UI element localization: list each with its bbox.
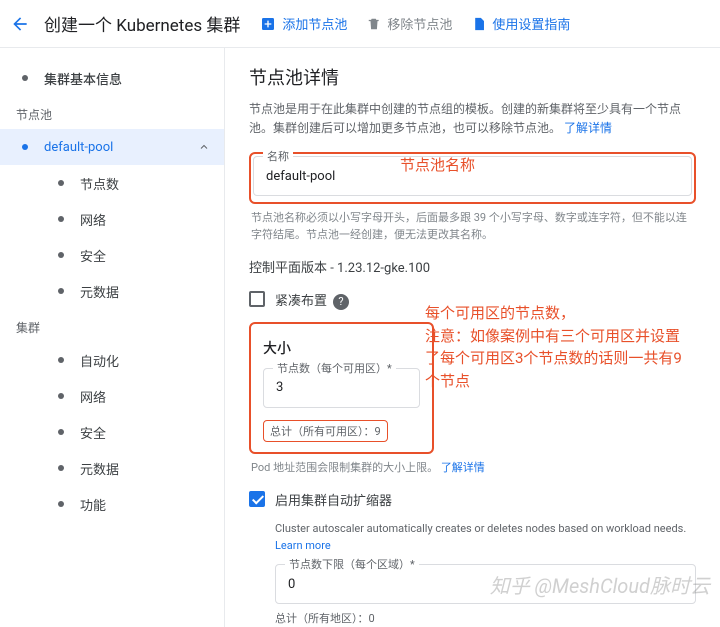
sidebar-item-network[interactable]: 网络	[0, 201, 224, 237]
page-title: 创建一个 Kubernetes 集群	[44, 11, 240, 36]
min-field: 节点数下限（每个区域）*	[275, 564, 696, 604]
document-icon	[472, 17, 486, 31]
size-total: 总计（所有可用区）：9	[263, 420, 388, 442]
sidebar-cluster-metadata[interactable]: 元数据	[0, 450, 224, 486]
remove-pool-button: 移除节点池	[367, 14, 452, 33]
plus-icon	[260, 16, 276, 32]
size-box: 大小 节点数（每个可用区）* 总计（所有可用区）：9	[249, 322, 434, 454]
add-pool-button[interactable]: 添加节点池	[260, 14, 347, 33]
page-header: 创建一个 Kubernetes 集群 添加节点池 移除节点池 使用设置指南	[0, 0, 720, 48]
autoscale-row: 启用集群自动扩缩器	[249, 490, 696, 509]
learn-link[interactable]: 了解详情	[564, 121, 612, 135]
back-button[interactable]	[8, 12, 32, 36]
sidebar-item-metadata[interactable]: 元数据	[0, 273, 224, 309]
compact-row: 紧凑布置?	[249, 290, 696, 310]
name-field: 名称	[253, 156, 692, 196]
sidebar-cluster-network[interactable]: 网络	[0, 378, 224, 414]
autoscale-checkbox[interactable]	[249, 491, 265, 507]
sidebar-section-cluster: 集群	[0, 309, 224, 342]
section-desc: 节点池是用于在此集群中创建的节点组的模板。创建的新集群将至少具有一个节点池。集群…	[249, 100, 696, 138]
help-icon[interactable]: ?	[333, 294, 349, 310]
compact-checkbox[interactable]	[249, 291, 265, 307]
annotation-size: 每个可用区的节点数， 注意：如像案例中有三个可用区并设置了每个可用区3个节点数的…	[425, 302, 685, 392]
min-total: 总计（所有地区）：0	[275, 610, 696, 626]
size-heading: 大小	[263, 338, 420, 358]
chevron-up-icon	[198, 141, 210, 153]
autoscale-hint: Cluster autoscaler automatically creates…	[275, 521, 696, 554]
arrow-left-icon	[10, 14, 30, 34]
name-highlight: 名称	[249, 152, 696, 204]
main-panel: 节点池详情 节点池是用于在此集群中创建的节点组的模板。创建的新集群将至少具有一个…	[225, 48, 720, 627]
sidebar-item-security[interactable]: 安全	[0, 237, 224, 273]
section-title: 节点池详情	[249, 64, 696, 90]
sidebar: 集群基本信息 节点池 default-pool 节点数 网络 安全 元数据 集群…	[0, 48, 225, 627]
sidebar-cluster-automation[interactable]: 自动化	[0, 342, 224, 378]
size-label: 节点数（每个可用区）*	[273, 360, 396, 376]
sidebar-cluster-security[interactable]: 安全	[0, 414, 224, 450]
name-label: 名称	[263, 148, 293, 164]
name-input[interactable]	[253, 156, 692, 196]
trash-icon	[367, 17, 381, 31]
setup-guide-button[interactable]: 使用设置指南	[472, 14, 570, 33]
sidebar-basic-info[interactable]: 集群基本信息	[0, 60, 224, 96]
sidebar-section-pool: 节点池	[0, 96, 224, 129]
sidebar-item-nodes[interactable]: 节点数	[0, 165, 224, 201]
name-hint: 节点池名称必须以小写字母开头，后面最多跟 39 个小写字母、数字或连字符，但不能…	[249, 210, 696, 243]
sidebar-cluster-features[interactable]: 功能	[0, 486, 224, 522]
sidebar-pool-default[interactable]: default-pool	[0, 129, 224, 165]
control-plane-version: 控制平面版本 - 1.23.12-gke.100	[249, 257, 696, 276]
pod-hint: Pod 地址范围会限制集群的大小上限。 了解详情	[249, 460, 696, 477]
